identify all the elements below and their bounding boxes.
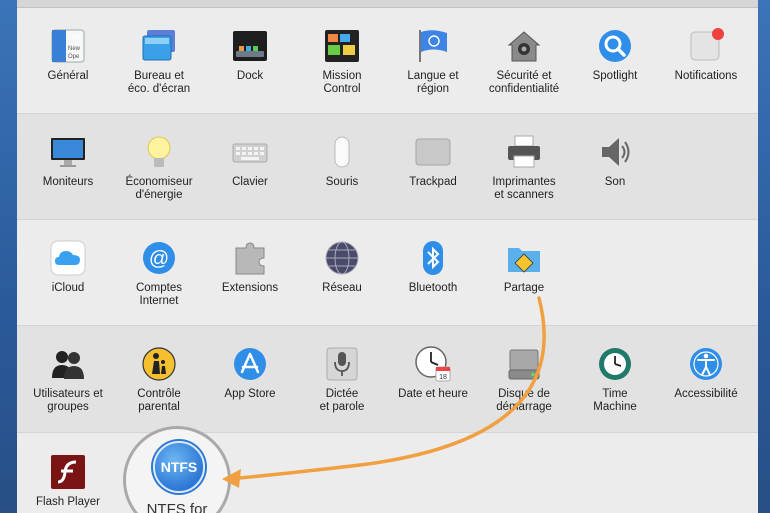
- annotation-arrow: [222, 296, 546, 488]
- arrow-head: [222, 469, 241, 488]
